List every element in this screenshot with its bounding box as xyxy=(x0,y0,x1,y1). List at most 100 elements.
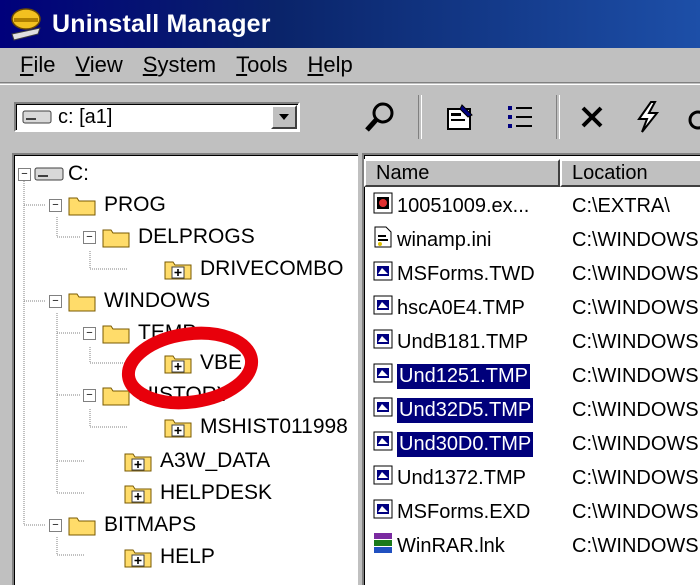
magnifier-icon xyxy=(365,102,394,132)
tree-item-prog[interactable]: − PROG xyxy=(46,190,166,220)
table-row[interactable]: WinRAR.lnk C:\WINDOWS xyxy=(364,529,700,563)
tree-item-label: A3W_DATA xyxy=(160,449,271,472)
hard-drive-icon xyxy=(22,110,52,124)
file-name: MSForms.TWD xyxy=(397,262,535,285)
tree-item-bitmaps[interactable]: − BITMAPS xyxy=(46,510,196,540)
dropdown-button[interactable] xyxy=(271,105,297,129)
table-row[interactable]: 10051009.ex... C:\EXTRA\ xyxy=(364,189,700,223)
file-location: C:\WINDOWS xyxy=(572,466,699,489)
menu-label-rest: ystem xyxy=(157,52,217,77)
menu-system[interactable]: System xyxy=(133,52,226,78)
tmp-icon xyxy=(372,497,397,527)
table-row[interactable]: hscA0E4.TMP C:\WINDOWS xyxy=(364,291,700,325)
file-name: Und1251.TMP xyxy=(396,362,531,390)
table-row[interactable]: UndB181.TMP C:\WINDOWS xyxy=(364,325,700,359)
tree-item-label: BITMAPS xyxy=(104,513,197,536)
name-cell: MSForms.EXD xyxy=(372,495,530,529)
tree-item-windows[interactable]: − WINDOWS xyxy=(46,286,210,316)
folder-plus-icon xyxy=(124,485,152,504)
file-name: WinRAR.lnk xyxy=(397,534,505,557)
tree-item-label: MSHIST011998 xyxy=(200,415,348,438)
details-view-button[interactable] xyxy=(500,99,540,135)
tree-item-label: HELP xyxy=(160,545,215,568)
drive-select-value: c: [a1] xyxy=(58,105,113,128)
properties-icon xyxy=(447,104,473,130)
collapse-icon[interactable]: − xyxy=(49,199,62,212)
properties-button[interactable] xyxy=(440,99,480,135)
delete-x-icon xyxy=(581,106,603,128)
name-cell: WinRAR.lnk xyxy=(372,529,505,563)
tree-item-label: C: xyxy=(68,162,89,185)
file-name: Und30D0.TMP xyxy=(395,430,535,458)
file-name: MSForms.EXD xyxy=(397,500,531,523)
file-list[interactable]: Name Location 10051009.ex... C:\EXTRA\ win… xyxy=(362,153,700,585)
name-cell: UndB181.TMP xyxy=(372,325,528,359)
menu-label-rest: ile xyxy=(33,52,56,77)
column-header-location[interactable]: Location xyxy=(560,159,700,187)
tmp-icon xyxy=(372,327,397,357)
collapse-icon[interactable]: − xyxy=(83,327,96,340)
file-location: C:\WINDOWS xyxy=(572,364,699,387)
tmp-icon xyxy=(372,395,397,425)
details-list-icon xyxy=(508,106,532,128)
table-row[interactable]: MSForms.TWD C:\WINDOWS xyxy=(364,257,700,291)
tree-item-a3w-data[interactable]: A3W_DATA xyxy=(124,446,270,476)
drive-select[interactable]: c: [a1] xyxy=(14,102,300,132)
menu-mnemonic: T xyxy=(236,52,248,77)
file-name: winamp.ini xyxy=(397,228,492,251)
folder-open-icon xyxy=(68,517,96,536)
tree-item-label: HELPDESK xyxy=(160,481,273,504)
name-cell: MSForms.TWD xyxy=(372,257,535,291)
tree-item-drive-c[interactable]: − C: xyxy=(16,159,89,189)
file-name: Und1372.TMP xyxy=(397,466,526,489)
name-cell: Und1372.TMP xyxy=(372,461,526,495)
menu-label-rest: iew xyxy=(89,52,123,77)
lightning-button[interactable] xyxy=(628,99,668,135)
table-row[interactable]: Und1372.TMP C:\WINDOWS xyxy=(364,461,700,495)
file-location: C:\WINDOWS xyxy=(572,228,699,251)
folder-plus-icon xyxy=(124,453,152,472)
tmp-icon xyxy=(372,259,397,289)
table-row[interactable]: Und30D0.TMP C:\WINDOWS xyxy=(364,427,700,461)
collapse-icon[interactable]: − xyxy=(49,519,62,532)
file-location: C:\WINDOWS xyxy=(572,296,699,319)
table-row[interactable]: Und1251.TMP C:\WINDOWS xyxy=(364,359,700,393)
folder-plus-icon xyxy=(124,549,152,568)
tree-item-delprogs[interactable]: − DELPROGS xyxy=(80,222,255,252)
menu-tools[interactable]: Tools xyxy=(226,52,297,78)
table-row[interactable]: MSForms.EXD C:\WINDOWS xyxy=(364,495,700,529)
tree-item-drivecombo[interactable]: DRIVECOMBO xyxy=(164,254,344,284)
delete-button[interactable] xyxy=(572,99,612,135)
toolbar-separator xyxy=(556,95,560,139)
name-cell: hscA0E4.TMP xyxy=(372,291,525,325)
menu-file[interactable]: File xyxy=(0,52,65,78)
find-button[interactable] xyxy=(360,99,400,135)
file-location: C:\EXTRA\ xyxy=(572,194,670,217)
collapse-icon[interactable]: − xyxy=(83,231,96,244)
collapse-icon[interactable]: − xyxy=(49,295,62,308)
window-title: Uninstall Manager xyxy=(52,9,271,38)
tmp-icon xyxy=(372,361,397,391)
collapse-icon[interactable]: − xyxy=(83,389,96,402)
name-cell: Und1251.TMP xyxy=(372,359,531,393)
cut-off-button[interactable] xyxy=(684,99,700,135)
folder-open-icon xyxy=(102,229,130,248)
collapse-icon[interactable]: − xyxy=(18,168,31,181)
lightning-icon xyxy=(637,101,660,133)
folder-open-icon xyxy=(68,293,96,312)
file-location: C:\WINDOWS xyxy=(572,262,699,285)
menu-view[interactable]: View xyxy=(65,52,132,78)
tree-item-help[interactable]: HELP xyxy=(124,542,215,572)
file-location: C:\WINDOWS xyxy=(572,534,699,557)
folder-plus-icon xyxy=(164,261,192,280)
tree-item-helpdesk[interactable]: HELPDESK xyxy=(124,478,272,508)
menu-mnemonic: S xyxy=(142,52,158,77)
menu-mnemonic: F xyxy=(20,52,34,77)
column-header-name[interactable]: Name xyxy=(364,159,560,187)
table-row[interactable]: Und32D5.TMP C:\WINDOWS xyxy=(364,393,700,427)
tree-item-mshist[interactable]: MSHIST011998 xyxy=(164,412,348,442)
tree-item-label: WINDOWS xyxy=(104,289,211,312)
file-location: C:\WINDOWS xyxy=(572,500,699,523)
menu-help[interactable]: Help xyxy=(298,52,363,78)
table-row[interactable]: winamp.ini C:\WINDOWS xyxy=(364,223,700,257)
